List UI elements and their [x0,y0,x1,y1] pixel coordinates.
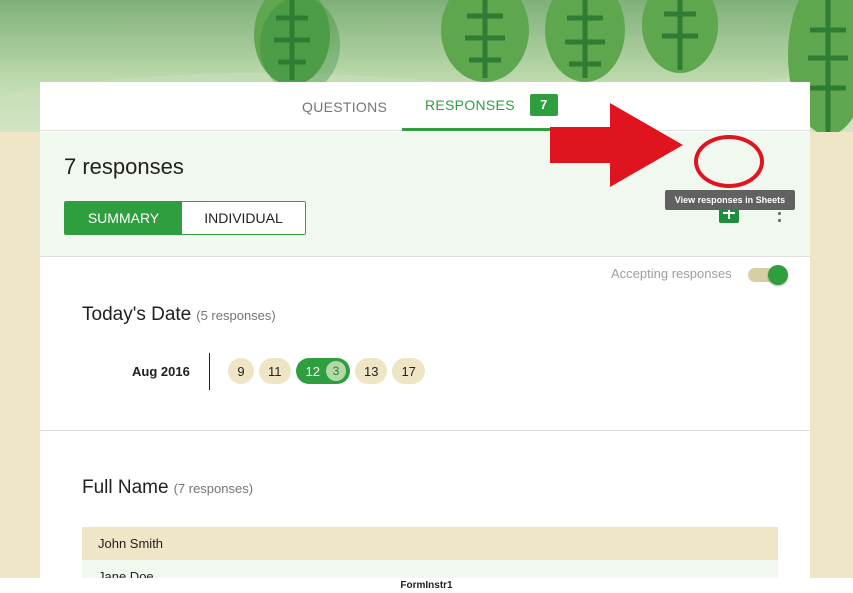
date-chip-day: 17 [401,363,416,379]
tab-responses[interactable]: RESPONSES 7 [402,82,572,131]
question-title: Full Name (7 responses) [82,477,253,499]
summary-button[interactable]: SUMMARY [65,202,182,234]
view-toggle: SUMMARY INDIVIDUAL [64,201,306,235]
tab-responses-label: RESPONSES [425,97,515,113]
date-chip-day: 12 [305,363,320,379]
individual-button[interactable]: INDIVIDUAL [182,202,305,234]
tab-questions[interactable]: QUESTIONS [302,82,387,131]
date-chips: 9 11 12 3 13 17 [228,358,425,384]
question-summary-date: Today's Date (5 responses) Aug 2016 9 11 … [40,258,810,431]
question-title-text: Full Name [82,477,169,498]
date-chip-day: 13 [363,363,379,379]
question-title-text: Today's Date [82,304,192,325]
question-summary-name: Full Name (7 responses) John Smith Jane D… [40,432,810,593]
date-divider [209,353,210,390]
annotation-circle [694,135,764,188]
footer-caption: FormInstr1 [0,578,853,593]
tab-questions-label: QUESTIONS [302,98,388,115]
date-chip-count: 3 [325,361,346,381]
date-chip: 13 [354,358,388,384]
question-title: Today's Date (5 responses) [82,304,276,326]
question-response-count: (7 responses) [173,481,254,496]
date-chip-selected: 12 3 [295,358,350,384]
date-chip: 11 [259,358,291,384]
sheets-tooltip: View responses in Sheets [665,190,795,210]
date-chip: 9 [228,358,254,384]
date-chip-day: 9 [237,363,245,379]
responses-title: 7 responses [64,154,184,179]
tab-bar: QUESTIONS RESPONSES 7 [40,82,810,131]
annotation-arrow-icon [550,103,683,187]
month-label: Aug 2016 [132,364,190,379]
list-item: John Smith [82,527,778,560]
question-response-count: (5 responses) [196,308,276,323]
date-chip-day: 11 [268,363,282,379]
date-chip: 17 [392,358,425,384]
